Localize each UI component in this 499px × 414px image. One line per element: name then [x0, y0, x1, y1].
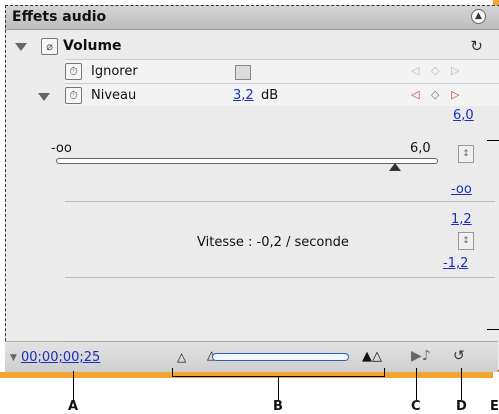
timecode[interactable]: 00;00;00;25 [21, 350, 100, 365]
scale-bottom-min: -1,2 [443, 256, 469, 271]
callout-line-a [73, 371, 74, 401]
effect-row-volume[interactable]: ⌀ Volume ↻ [5, 34, 499, 58]
divider [65, 277, 495, 278]
param-row-bypass: ⏱ Ignorer ◁ ◇ ▷ [65, 59, 499, 84]
callout-a: A [68, 399, 79, 414]
scale-top-max: 6,0 [453, 108, 474, 123]
panel-titlebar: Effets audio ▲ [5, 5, 499, 30]
param-row-level: ⏱ Niveau 3,2 dB ◁ ◇ ▷ [38, 83, 499, 108]
callout-line-c [416, 368, 417, 400]
level-slider-track[interactable] [56, 158, 438, 164]
callout-c: C [411, 399, 421, 414]
level-slider-handle[interactable] [389, 163, 401, 171]
prev-keyframe-icon[interactable]: ◁ [411, 88, 419, 101]
add-keyframe-icon[interactable]: ◇ [431, 64, 439, 77]
next-keyframe-icon[interactable]: ▷ [451, 64, 459, 77]
zoom-slider[interactable] [212, 353, 349, 361]
callout-b: B [273, 399, 283, 414]
play-audio-icon[interactable]: ▶♪ [411, 348, 431, 364]
loop-icon[interactable]: ↺ [453, 348, 465, 364]
divider [65, 201, 495, 202]
callout-bracket-b-right [384, 368, 385, 377]
fx-enable-icon[interactable]: ⌀ [41, 38, 58, 55]
bypass-label: Ignorer [91, 64, 138, 79]
expand-triangle-icon[interactable] [38, 93, 50, 101]
level-unit: dB [261, 88, 279, 103]
scale-top-min: -oo [451, 182, 472, 197]
callout-e: E [490, 399, 499, 414]
next-keyframe-icon[interactable]: ▷ [451, 88, 459, 101]
level-graph [65, 106, 499, 346]
callout-bracket-e-bottom [487, 329, 499, 330]
slider-min-label: -oo [51, 141, 72, 156]
stepper-icon[interactable]: ↕ [458, 145, 474, 163]
slider-max-label: 6,0 [410, 141, 431, 156]
audio-effects-panel: Effets audio ▲ ⌀ Volume ↻ ⏱ Ignorer ◁ ◇ … [5, 5, 499, 371]
callout-d: D [456, 399, 467, 414]
expand-triangle-icon[interactable] [15, 43, 27, 51]
callout-line-b [278, 376, 279, 400]
stopwatch-icon[interactable]: ⏱ [65, 87, 82, 104]
level-value[interactable]: 3,2 [233, 88, 254, 103]
stopwatch-icon[interactable]: ⏱ [65, 63, 82, 80]
timecode-marker-icon: ▼ [10, 353, 17, 363]
scale-bottom-max: 1,2 [451, 212, 472, 227]
collapse-up-icon[interactable]: ▲ [471, 9, 486, 24]
add-keyframe-icon[interactable]: ◇ [431, 88, 439, 101]
reset-icon[interactable]: ↻ [470, 37, 483, 55]
callout-line-d [461, 368, 462, 400]
velocity-text: Vitesse : -0,2 / seconde [197, 235, 349, 250]
stepper-icon[interactable]: ↕ [458, 232, 474, 250]
zoom-out-icon[interactable]: △ [177, 350, 186, 364]
level-label: Niveau [91, 88, 137, 103]
callout-bracket-e-top [487, 140, 499, 141]
bypass-checkbox[interactable] [235, 65, 251, 80]
panel-footer: ▼ 00;00;00;25 △ △ ▲△ ▶♪ ↺ [5, 341, 498, 372]
zoom-in-icon[interactable]: ▲△ [362, 349, 382, 364]
prev-keyframe-icon[interactable]: ◁ [411, 64, 419, 77]
effect-name: Volume [63, 38, 122, 54]
callout-bracket-b-left [172, 368, 173, 377]
panel-title: Effets audio [12, 9, 107, 25]
